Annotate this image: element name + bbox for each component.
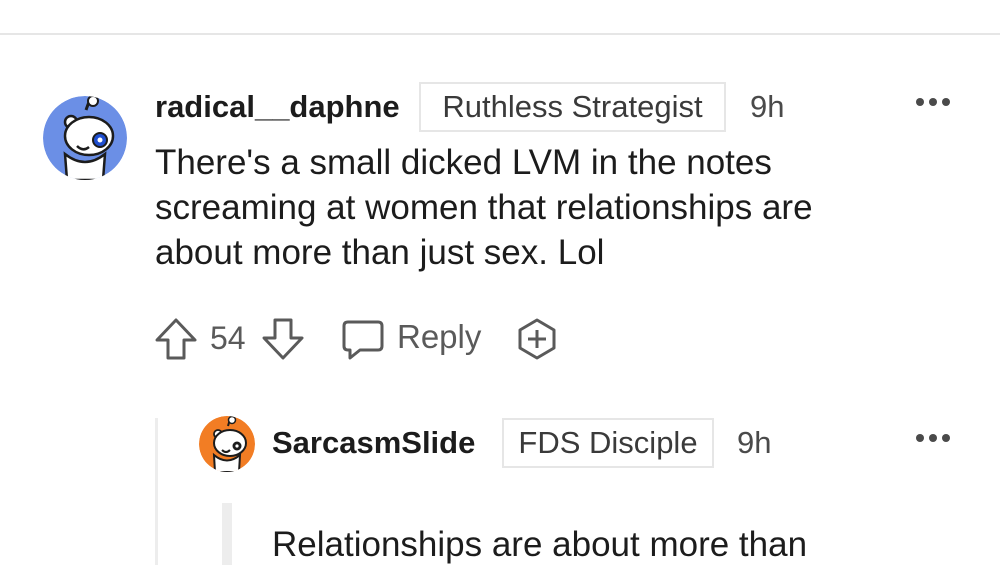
user-flair: Ruthless Strategist [419,82,726,132]
comment-line: about more than just sex. Lol [155,233,605,272]
upvote-arrow-icon [155,318,197,360]
reply-label: Reply [397,318,482,355]
reply-username[interactable]: SarcasmSlide [272,424,475,462]
speech-bubble-icon [342,320,384,360]
avatar[interactable] [43,96,127,180]
comment-line: There's a small dicked LVM in the notes [155,143,772,182]
reply-line: Relationships are about more than [272,525,808,564]
upvote-button[interactable] [153,316,199,362]
comment-username[interactable]: radical__daphne [155,88,400,126]
vote-count: 54 [210,320,246,356]
more-horizontal-icon[interactable] [913,428,953,448]
reply-user-flair: FDS Disciple [502,418,714,468]
comment-timestamp: 9h [750,89,785,124]
downvote-arrow-icon [262,318,304,360]
more-horizontal-icon[interactable] [913,92,953,112]
give-award-button[interactable] [514,316,560,362]
downvote-button[interactable] [260,316,306,362]
reply-body: Relationships are about more than [272,522,807,567]
plus-award-icon [518,318,556,360]
comment-body: There's a small dicked LVM in the notes … [155,140,813,275]
thread-line[interactable] [155,418,158,565]
reply-avatar[interactable] [199,416,255,472]
top-divider [0,33,1000,35]
comment-line: screaming at women that relationships ar… [155,188,813,227]
reply-timestamp: 9h [737,425,772,460]
quote-bar [222,503,232,565]
reply-button[interactable]: Reply [340,316,485,362]
